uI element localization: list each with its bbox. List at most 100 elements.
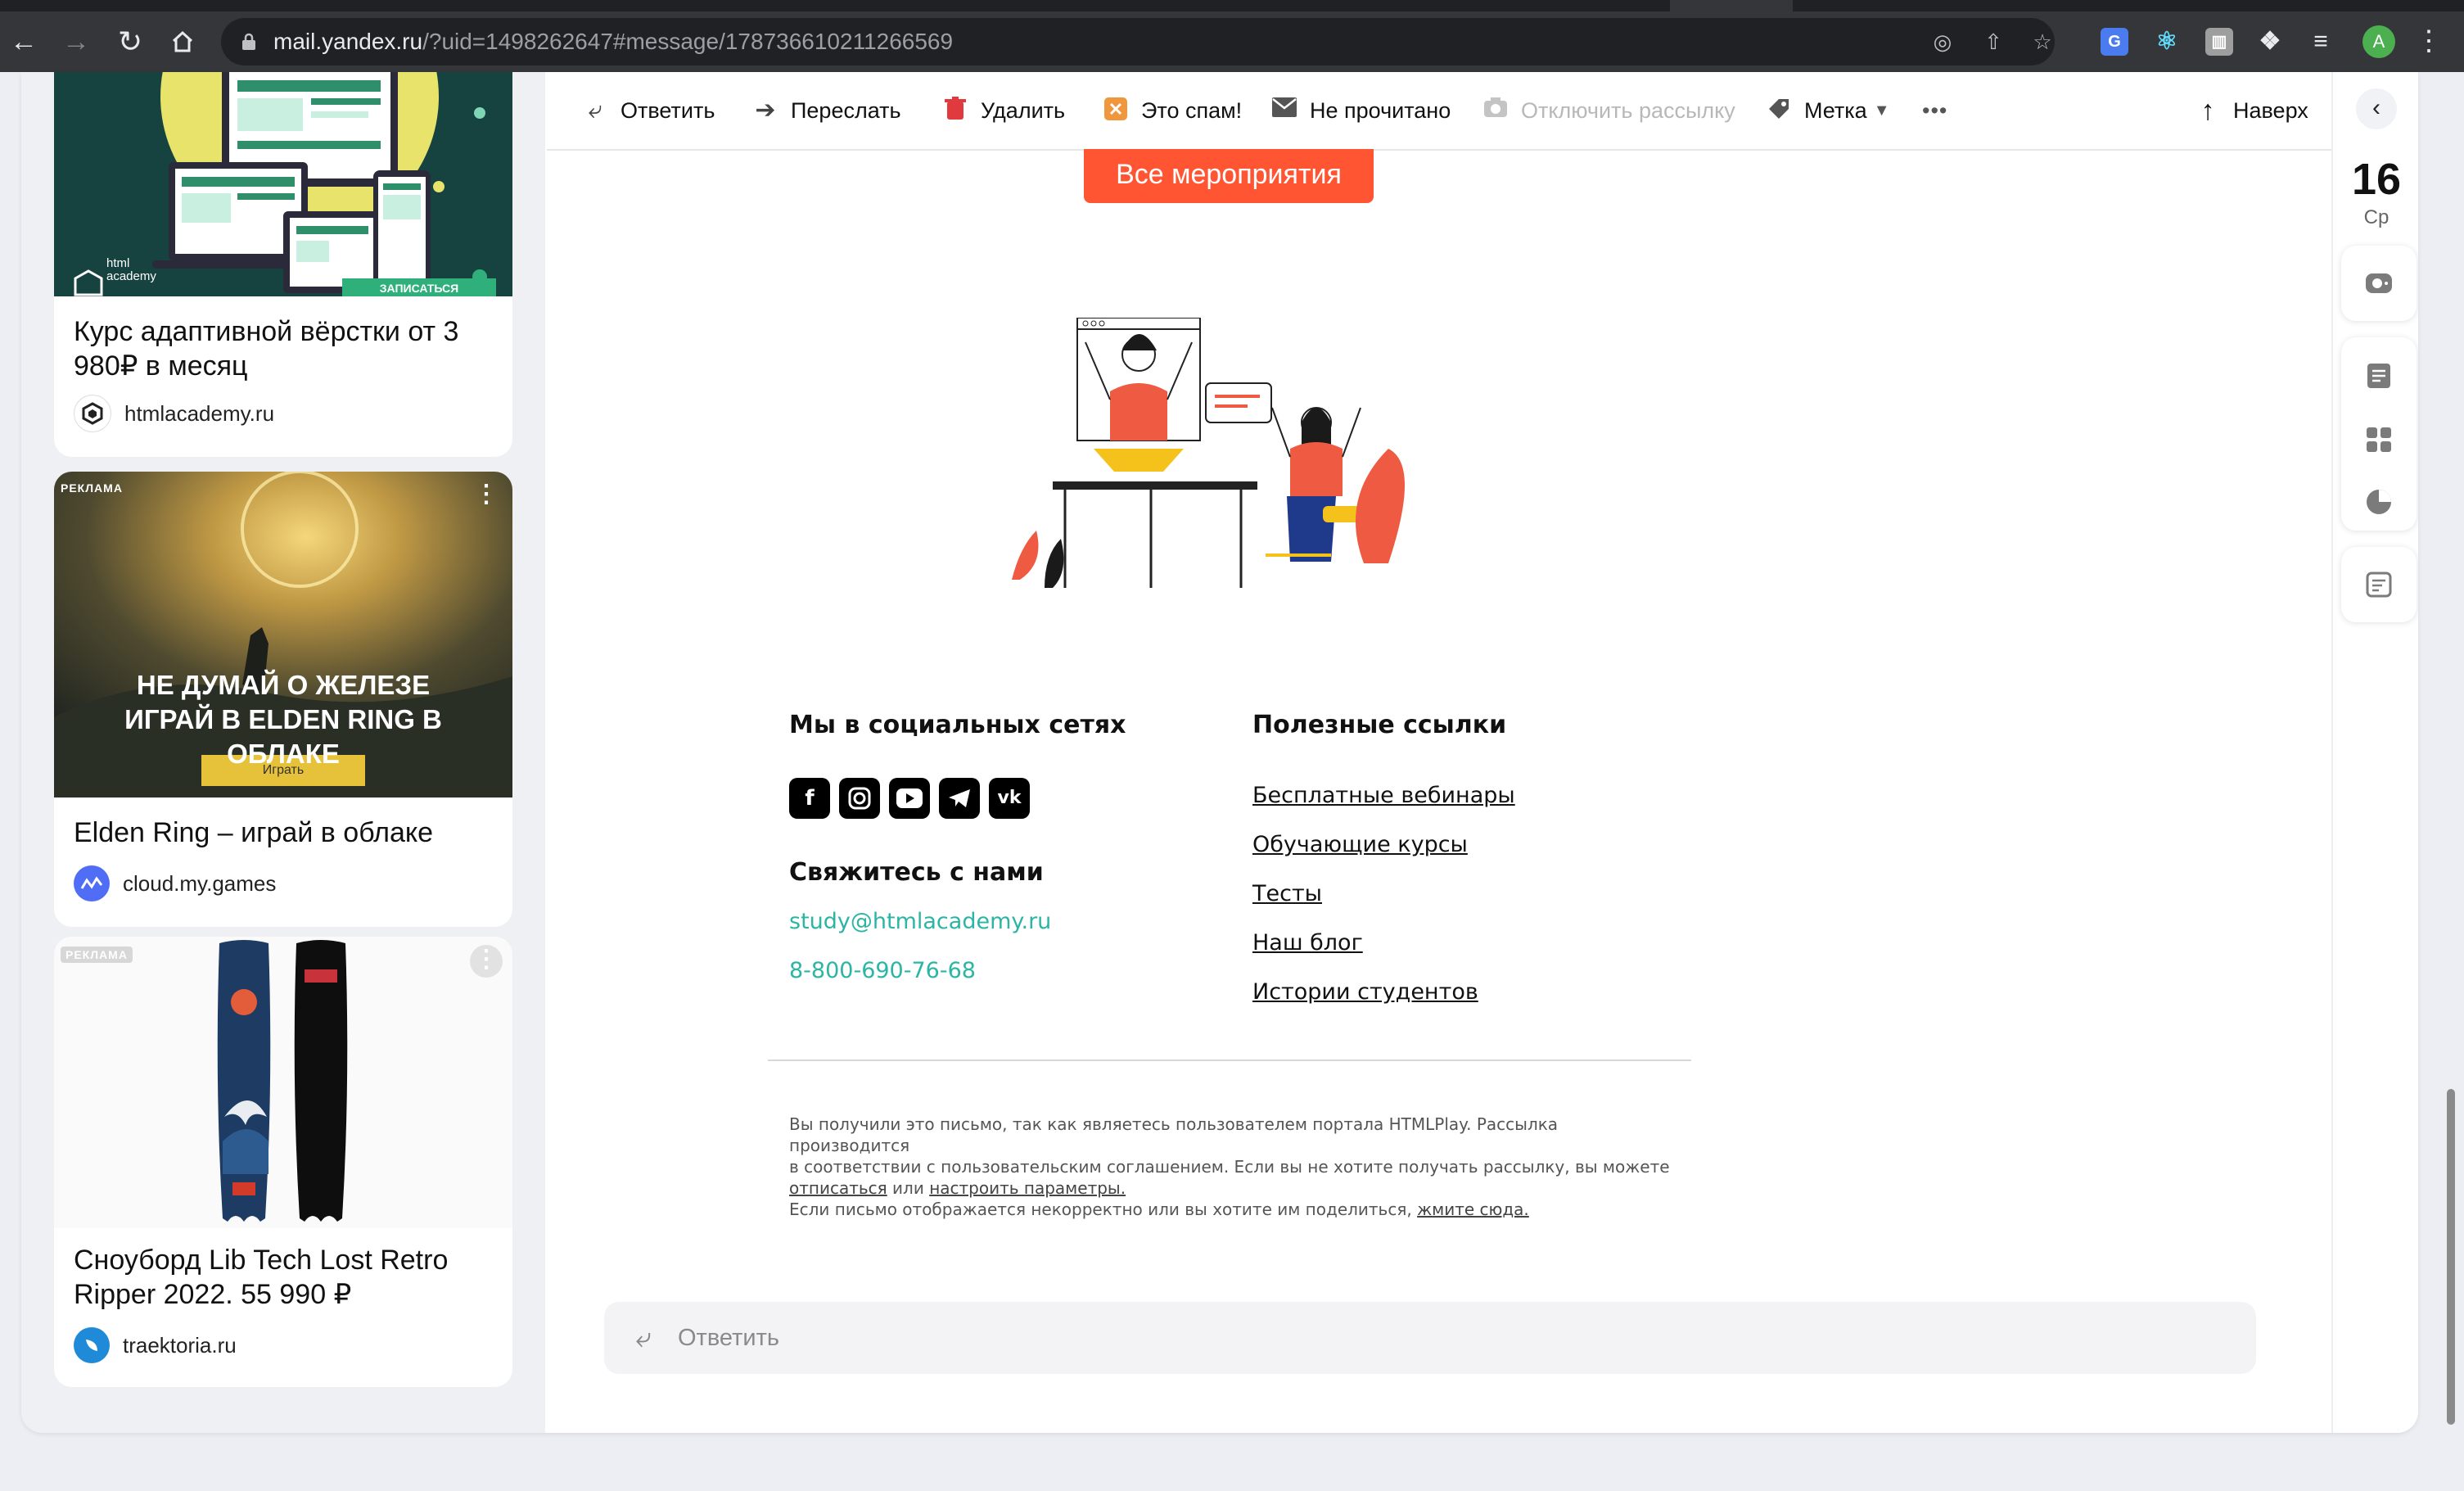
social-heading: Мы в социальных сетях [789,711,1126,739]
bookmark-star-icon[interactable]: ☆ [2030,29,2055,54]
ad-source[interactable]: cloud.my.games [74,865,276,902]
footer-notice: Вы получили это письмо, так как являетес… [789,1114,1673,1199]
profile-avatar[interactable]: A [2362,25,2395,58]
calendar-day[interactable]: 16 [2333,154,2418,205]
telemost-camera-icon[interactable] [2362,266,2396,300]
quick-reply-box[interactable]: ⤶ Ответить [604,1302,2256,1374]
ad-more-icon[interactable]: ⋮ [470,480,503,513]
page-scrollbar[interactable] [2447,1089,2455,1425]
contact-email-link[interactable]: study@htmlacademy.ru [789,909,1051,934]
translate-extension-icon[interactable]: G [2101,28,2128,56]
reply-arrow-icon: ⤶ [635,1322,652,1353]
collapse-sidebar-button[interactable]: ‹ [2356,88,2397,129]
react-devtools-icon[interactable]: ⚛ [2153,28,2181,56]
footer-divider [768,1060,1691,1061]
share-icon[interactable]: ⇧ [1981,29,2006,54]
more-actions-button[interactable]: ••• [1922,72,1947,149]
settings-link[interactable]: настроить параметры. [929,1178,1126,1198]
back-icon[interactable]: ← [5,23,43,61]
link-blog[interactable]: Наш блог [1252,930,1363,956]
telegram-icon[interactable] [939,778,980,819]
unsubscribe-link[interactable]: отписаться [789,1178,887,1198]
home-icon[interactable] [164,23,201,61]
mygames-logo-icon [74,865,110,901]
ad-title[interactable]: Elden Ring – играй в облаке [74,816,433,850]
services-grid-icon[interactable] [2362,422,2396,457]
webinar-illustration [1012,318,1405,588]
footer-or: или [887,1178,930,1198]
label-text: Метка [1804,97,1867,123]
ad-title[interactable]: Курс адаптивной вёрстки от 3 980₽ в меся… [74,314,512,383]
address-bar[interactable]: mail.yandex.ru/?uid=1498262647#message/1… [221,18,2055,66]
calendar-weekday: Ср [2363,206,2390,228]
site-info-icon[interactable] [239,32,259,52]
ad-image-elden-ring[interactable]: РЕКЛАМА ⋮ НЕ ДУМАЙ О ЖЕЛЕЗЕ ИГРАЙ В ELDE… [54,472,512,797]
label-dropdown[interactable]: Метка ▼ [1765,72,1890,149]
contact-phone-link[interactable]: 8-800-690-76-68 [789,958,976,983]
mail-frame: html academy ЗАПИСАТЬСЯ Курс адаптивной в… [21,72,2418,1433]
ads-column: html academy ЗАПИСАТЬСЯ Курс адаптивной в… [21,72,545,1433]
quick-reply-placeholder[interactable]: Ответить [678,1302,779,1374]
link-courses[interactable]: Обучающие курсы [1252,832,1468,857]
mark-unread-button[interactable]: Не прочитано [1270,72,1451,149]
footer-share-notice: Если письмо отображается некорректно или… [789,1199,1673,1220]
spam-button[interactable]: Это спам! [1102,72,1242,149]
all-events-button[interactable]: Все мероприятия [1084,149,1374,203]
eye-slash-icon[interactable]: ◎ [1930,29,1955,54]
link-student-stories[interactable]: Истории студентов [1252,979,1478,1005]
instagram-icon[interactable] [839,778,880,819]
ad-card-elden-ring[interactable]: РЕКЛАМА ⋮ НЕ ДУМАЙ О ЖЕЛЕЗЕ ИГРАЙ В ELDE… [54,472,512,927]
ad-title[interactable]: Сноуборд Lib Tech Lost Retro Ripper 2022… [74,1243,512,1312]
reply-button[interactable]: ⤶ Ответить [581,72,715,149]
trash-icon [941,97,969,124]
extension-app-icon[interactable]: ▥ [2205,28,2233,56]
vk-icon[interactable]: vk [989,778,1030,819]
link-webinars[interactable]: Бесплатные вебинары [1252,783,1515,808]
footer-line-1: Вы получили это письмо, так как являетес… [789,1114,1559,1155]
sidebar-card-tools [2341,337,2417,531]
scroll-top-button[interactable]: ↑ Наверх [2194,72,2308,149]
ad-source-domain: htmlacademy.ru [124,400,275,426]
reading-list-icon[interactable]: ≡ [2307,28,2335,56]
ad-source-domain: cloud.my.games [123,870,277,896]
links-heading: Полезные ссылки [1252,711,1507,739]
extensions-puzzle-icon[interactable]: ❖ [2256,28,2284,56]
forward-icon[interactable]: → [57,23,95,61]
document-list-icon[interactable] [2362,567,2396,602]
ad-source[interactable]: htmlacademy.ru [74,395,274,432]
reload-icon[interactable]: ↻ [111,23,149,61]
view-online-link[interactable]: жмите сюда. [1417,1200,1529,1219]
url-text[interactable]: mail.yandex.ru/?uid=1498262647#message/1… [273,18,953,66]
ad1-cta[interactable]: ЗАПИСАТЬСЯ [342,282,496,295]
right-sidebar: ‹ 16 Ср [2331,72,2418,1433]
sidebar-card-camera[interactable] [2341,246,2417,321]
disk-pie-icon[interactable] [2362,485,2396,519]
active-tab[interactable] [1670,0,1793,11]
ad2-play-button[interactable]: Играть [201,755,365,786]
ad-card-snowboard[interactable]: РЕКЛАМА ⋮ Сноуборд Lib Tech Lost Retro R… [54,937,512,1387]
ad-image-htmlacademy[interactable]: html academy ЗАПИСАТЬСЯ [54,72,512,296]
forward-button[interactable]: ➔ Переслать [751,72,900,149]
camera-icon [1482,97,1510,124]
message-toolbar: ⤶ Ответить ➔ Переслать Удалить Это спам! Н… [547,72,2331,151]
reply-arrow-icon: ⤶ [588,97,602,124]
unread-label: Не прочитано [1310,97,1451,123]
ad-card-htmlacademy[interactable]: html academy ЗАПИСАТЬСЯ Курс адаптивной в… [54,72,512,457]
facebook-icon[interactable]: f [789,778,830,819]
ad-image-snowboard[interactable]: РЕКЛАМА ⋮ [54,937,512,1228]
delete-button[interactable]: Удалить [941,72,1065,149]
url-host: mail.yandex.ru [273,29,423,54]
browser-menu-icon[interactable]: ⋮ [2415,25,2443,57]
ad-more-icon[interactable]: ⋮ [470,945,503,978]
browser-tab-strip [0,0,2464,11]
ad-source[interactable]: traektoria.ru [74,1326,237,1364]
footer-line-2: в соответствии с пользовательским соглаш… [789,1157,1670,1177]
youtube-icon[interactable] [889,778,930,819]
notes-icon[interactable] [2362,359,2396,393]
top-label: Наверх [2233,97,2308,123]
link-tests[interactable]: Тесты [1252,881,1322,906]
unsubscribe-button[interactable]: Отключить рассылку [1482,72,1735,149]
forward-arrow-icon: ➔ [755,97,776,124]
sidebar-card-documents[interactable] [2341,547,2417,622]
ad1-logo-html: html [106,256,130,270]
